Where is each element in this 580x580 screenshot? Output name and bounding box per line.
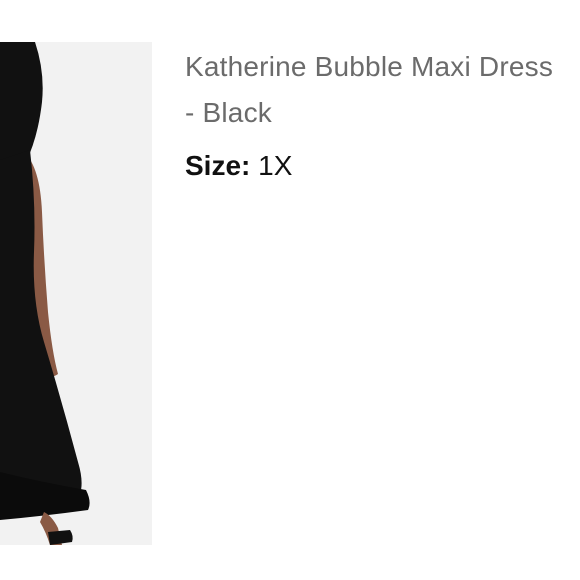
product-card: Katherine Bubble Maxi Dress - Black Size… xyxy=(0,0,580,580)
product-image[interactable] xyxy=(0,42,152,545)
size-label: Size: xyxy=(185,150,251,181)
product-title[interactable]: Katherine Bubble Maxi Dress - Black xyxy=(185,44,565,136)
size-value: 1X xyxy=(258,150,293,181)
product-info: Katherine Bubble Maxi Dress - Black Size… xyxy=(185,44,565,184)
size-row: Size: 1X xyxy=(185,148,565,184)
dress-photo-illustration xyxy=(0,42,152,545)
